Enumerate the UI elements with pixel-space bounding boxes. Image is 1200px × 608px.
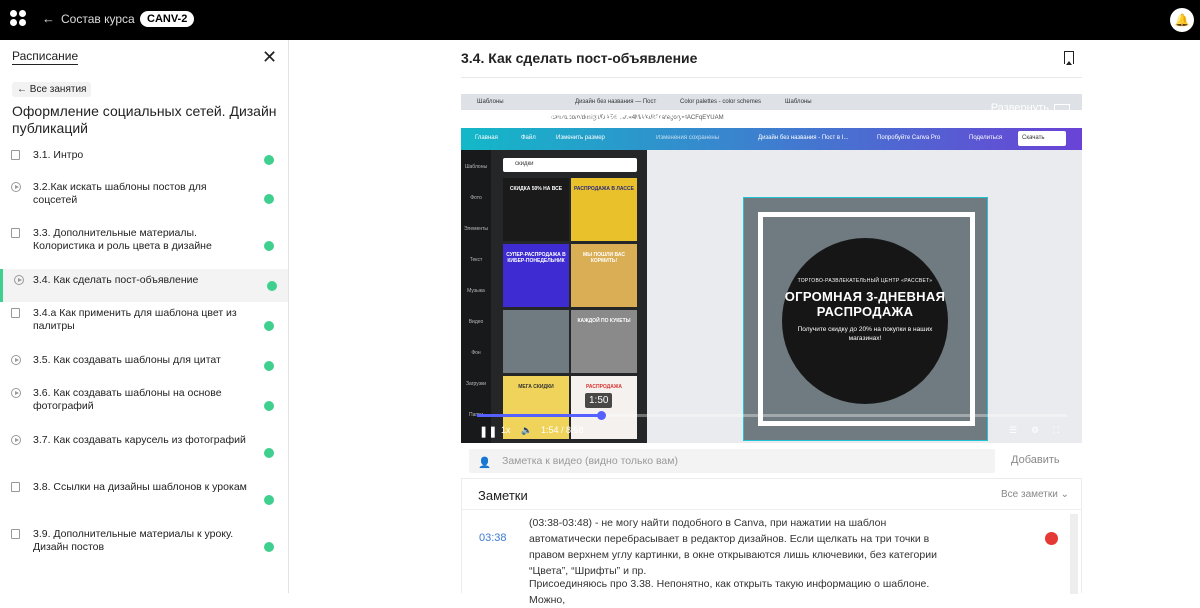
canva-menu-bar: Главная Файл Изменить размер Изменения с… [461,128,1082,150]
sidebar-title[interactable]: Расписание [12,49,79,65]
notes-scrollbar[interactable] [1070,514,1078,594]
lesson-item[interactable]: 3.9. Дополнительные материалы к уроку. Д… [0,523,288,570]
lesson-list: 3.1. Интро 3.2.Как искать шаблоны постов… [0,144,288,570]
divider [462,509,1081,510]
progress-bar[interactable] [477,411,1067,420]
template-thumb: КАЖДОЙ ПО КУКЕТЫ [571,310,637,373]
canva-side-rail: Шаблоны Фото Элементы Текст Музыка Видео… [461,150,491,443]
canva-search-field: скидки [503,158,637,172]
note-text: Присоединяюсь про 3.38. Непонятно, как о… [529,578,930,606]
lesson-item[interactable]: 3.6. Как создавать шаблоны на основе фот… [0,382,288,429]
document-icon [11,529,20,539]
play-icon [11,355,21,365]
note-text: (03:38-03:48) - не могу найти подобного … [529,517,937,577]
completed-status-dot [264,360,274,371]
all-lessons-link[interactable]: ← Все занятия [12,82,92,97]
document-icon [11,150,20,160]
settings-icon[interactable]: ⚙ [1031,425,1039,436]
add-note-button[interactable]: Добавить [1011,454,1060,466]
bookmark-icon[interactable] [1064,51,1074,65]
top-bar: ← Состав курса CANV-2 🔔 [0,0,1200,40]
canva-canvas: ТОРГОВО-РАЗВЛЕКАТЕЛЬНЫЙ ЦЕНТР «РАССВЕТ» … [647,150,1082,443]
canva-templates-panel: скидки СКИДКА 50% НА ВСЕ РАСПРОДАЖА В ЛА… [491,150,647,443]
video-controls: ❚❚ 1x 🔈 1:54 / 8:58 ☰ ⚙ ⛶ [461,420,1082,443]
fullscreen-frame-icon [1054,103,1070,113]
logo-icon[interactable] [10,10,26,26]
notes-panel: Заметки Все заметки ⌄ 03:38 (03:38-03:48… [461,478,1082,606]
chevron-down-icon: ⌄ [1060,489,1069,500]
lesson-item[interactable]: 3.1. Интро [0,144,288,176]
lesson-item-active[interactable]: 3.4. Как сделать пост-объявление [0,269,288,302]
notes-filter-dropdown[interactable]: Все заметки ⌄ [1001,489,1069,500]
speed-button[interactable]: 1x [501,425,511,435]
progress-fill [477,414,601,417]
completed-status-dot [264,541,274,552]
note-action-icon[interactable] [1045,532,1058,545]
document-icon [11,308,20,318]
arrow-left-icon: ← [42,11,55,26]
completed-status-dot [264,194,274,204]
lesson-item[interactable]: 3.5. Как создавать шаблоны для цитат [0,349,288,382]
progress-knob[interactable] [596,411,606,420]
template-thumb: СУПЕР-РАСПРОДАЖА В КИБЕР-ПОНЕДЕЛЬНИК [503,244,569,307]
expand-button[interactable]: Развернуть [991,102,1070,114]
post-design: ТОРГОВО-РАЗВЛЕКАТЕЛЬНЫЙ ЦЕНТР «РАССВЕТ» … [743,197,988,441]
completed-status-dot [264,494,274,505]
course-code-badge: CANV-2 [140,11,195,27]
back-to-course-link[interactable]: ← Состав курса [42,11,135,26]
video-player[interactable]: Шаблоны Дизайн без названия — Пост Color… [461,94,1082,443]
play-icon [14,275,24,285]
notes-title: Заметки [478,488,528,503]
note-placeholder: Заметка к видео (видно только вам) [502,455,678,467]
lesson-item[interactable]: 3.2.Как искать шаблоны постов для соцсет… [0,176,288,222]
document-icon [11,228,20,238]
completed-status-dot [264,155,274,165]
canva-download-button: Скачать [1018,131,1066,146]
chapters-icon[interactable]: ☰ [1009,425,1017,436]
time-display: 1:54 / 8:58 [541,425,584,435]
template-thumb: СКИДКА 50% НА ВСЕ [503,178,569,241]
black-circle: ТОРГОВО-РАЗВЛЕКАТЕЛЬНЫЙ ЦЕНТР «РАССВЕТ» … [782,238,948,404]
close-icon[interactable]: ✕ [262,48,277,66]
fullscreen-icon[interactable]: ⛶ [1053,425,1059,436]
course-title: Оформление социальных сетей. Дизайн публ… [12,103,277,136]
template-thumb: МЫ ПОШЛИ ВАС КОРМИТЬ! [571,244,637,307]
completed-status-dot [267,280,277,291]
lesson-item[interactable]: 3.7. Как создавать карусель из фотографи… [0,429,288,476]
completed-status-dot [264,447,274,458]
document-icon [11,482,20,492]
volume-icon[interactable]: 🔈 [521,425,532,436]
play-icon [11,388,21,398]
lesson-item[interactable]: 3.4.а Как применить для шаблона цвет из … [0,302,288,349]
completed-status-dot [264,320,274,331]
pause-icon[interactable]: ❚❚ [479,425,497,438]
video-note-input[interactable]: 👤 Заметка к видео (видно только вам) [469,449,995,473]
schedule-sidebar: Расписание ✕ ← Все занятия Оформление со… [0,40,289,593]
play-icon [11,435,21,445]
template-thumb [503,310,569,373]
lesson-item[interactable]: 3.8. Ссылки на дизайны шаблонов к урокам [0,476,288,523]
divider [461,77,1082,78]
play-icon [11,182,21,192]
user-icon: 👤 [478,457,492,469]
seek-tooltip: 1:50 [585,393,613,408]
video-title: Как сделать пост о продаже продукта [477,108,687,122]
note-timestamp-link[interactable]: 03:38 [479,532,507,544]
completed-status-dot [264,400,274,411]
notification-bell-icon[interactable]: 🔔 [1170,8,1194,32]
lesson-item[interactable]: 3.3. Дополнительные материалы. Колористи… [0,222,288,269]
page-title: 3.4. Как сделать пост-объявление [461,50,698,66]
completed-status-dot [264,240,274,251]
template-thumb: РАСПРОДАЖА В ЛАССЕ [571,178,637,241]
